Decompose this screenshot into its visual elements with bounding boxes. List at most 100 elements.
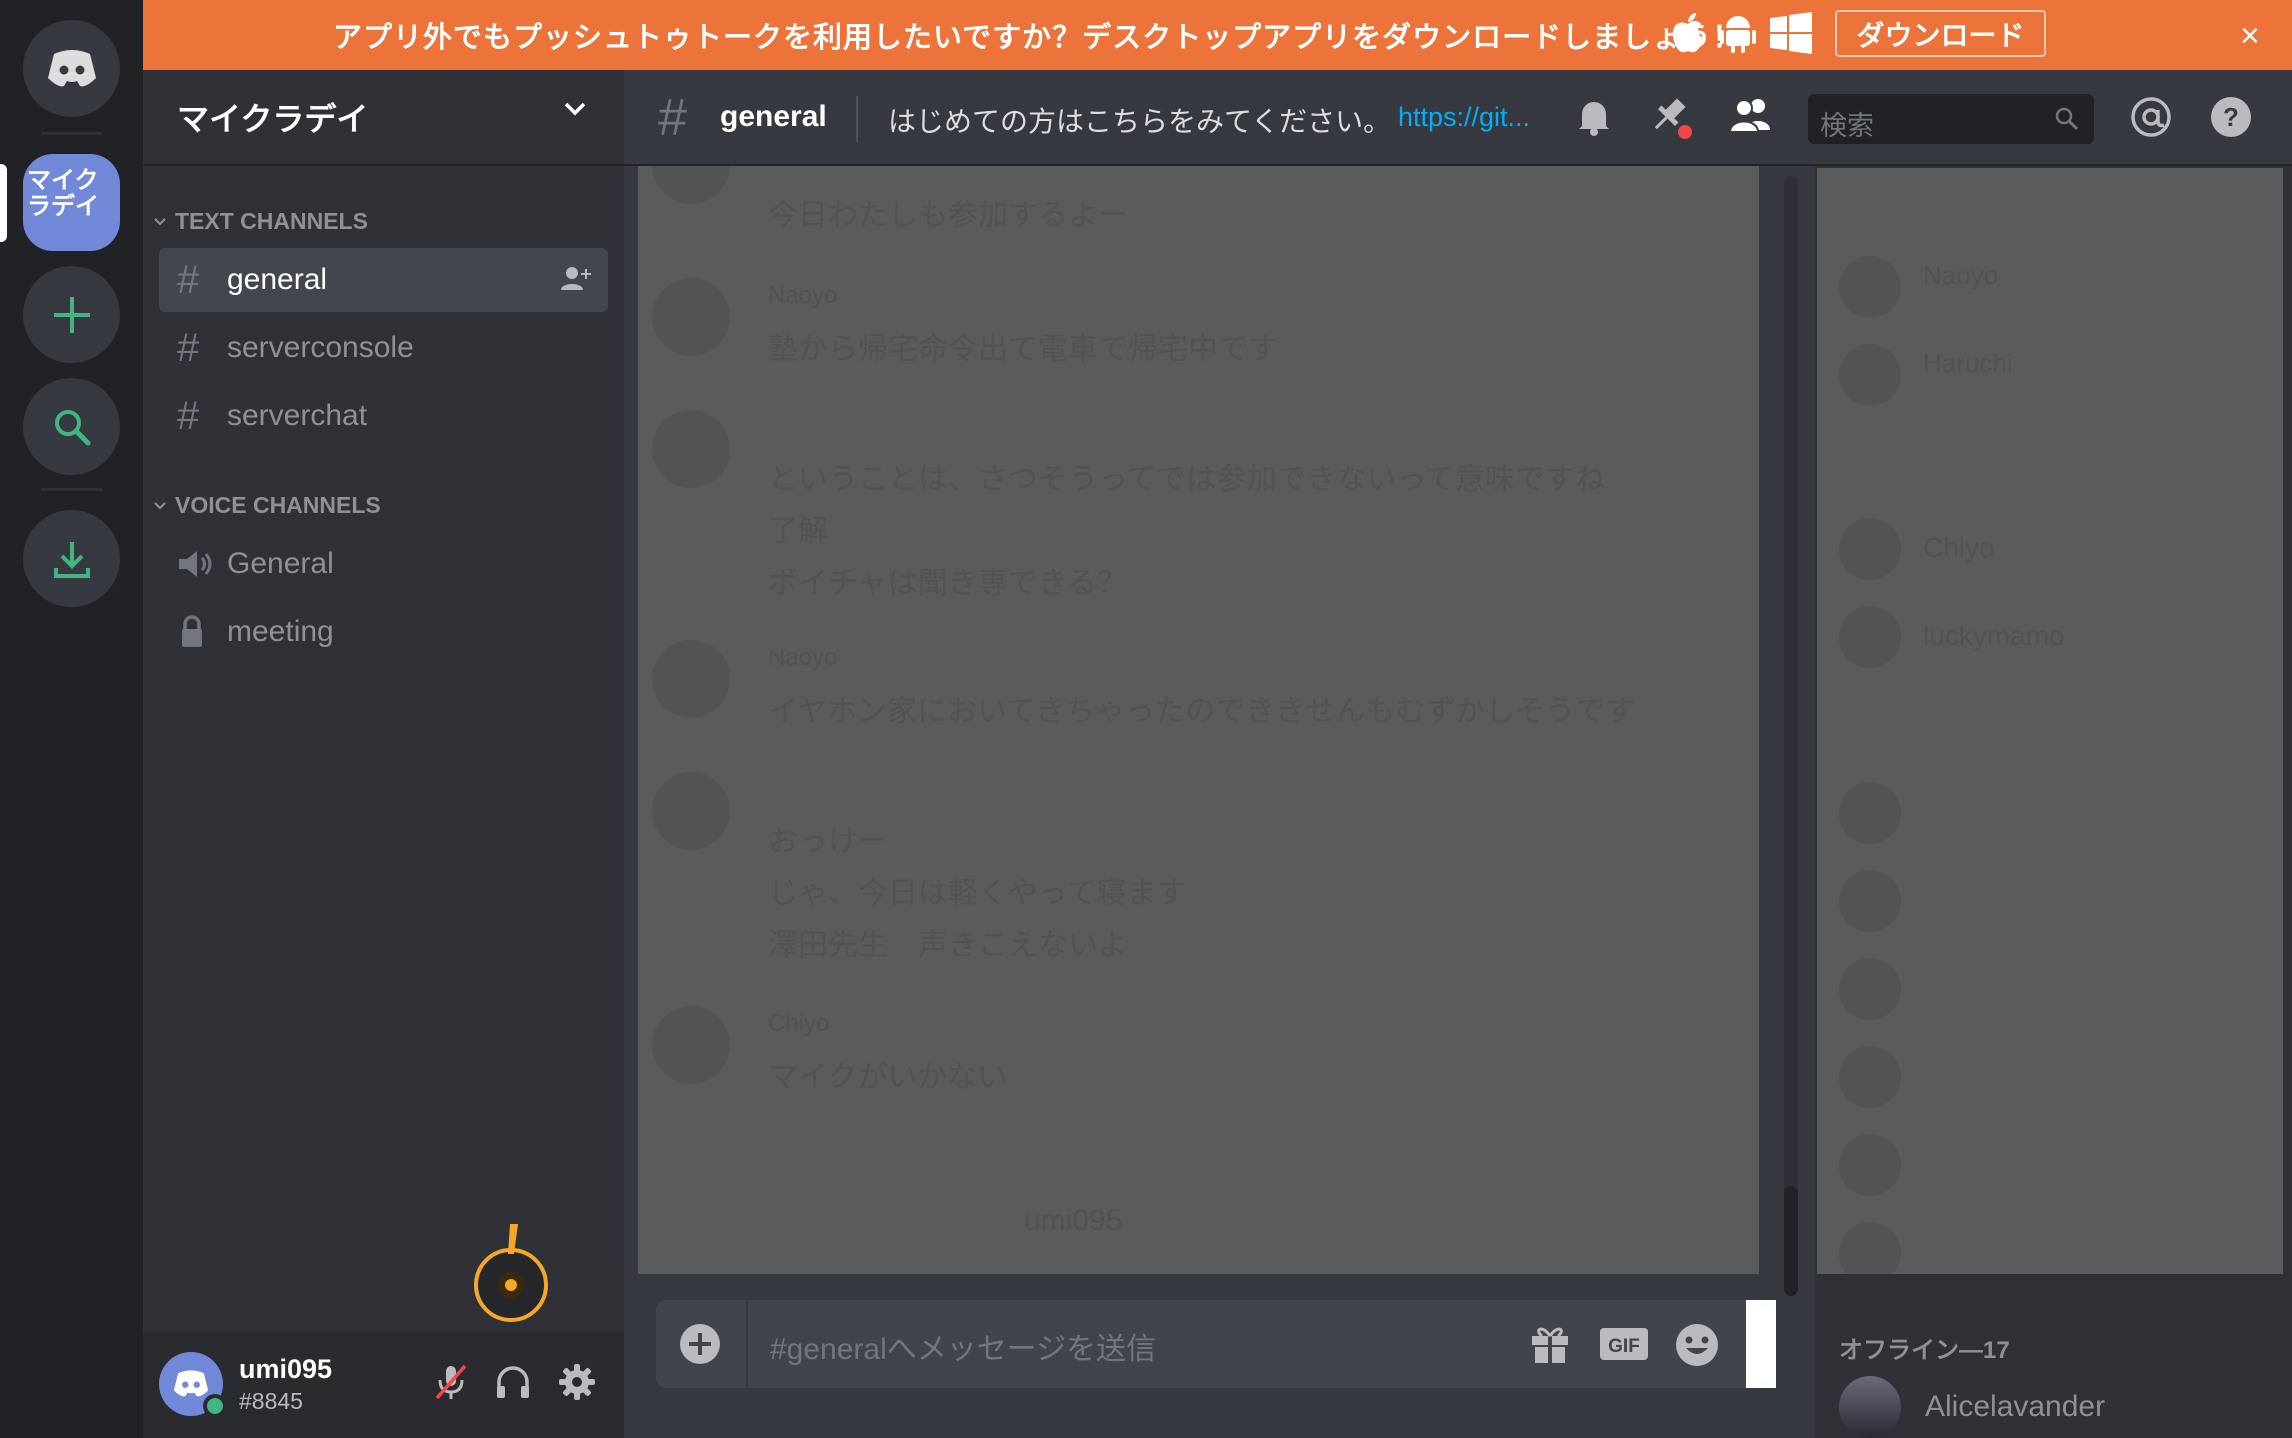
apple-icon[interactable] <box>1670 12 1706 54</box>
server-icon-maikuradei[interactable]: マイクラデイ <box>23 154 120 251</box>
guild-sidebar: マイクラデイ <box>0 0 143 1438</box>
message-composer: #generalへメッセージを送信 GIF <box>656 1300 1770 1388</box>
member-list-icon[interactable] <box>1728 94 1774 138</box>
avatar <box>1839 870 1901 932</box>
channel-label: General <box>227 547 334 580</box>
message-text: umi095 <box>1024 1204 1123 1237</box>
banner-text: アプリ外でもプッシュトゥトークを利用したいですか？デスクトップアプリをダウンロー… <box>333 22 1743 54</box>
plus-icon <box>53 296 90 333</box>
member-name: Haruchi <box>1923 348 2013 378</box>
composer-highlight <box>1746 1300 1776 1388</box>
add-server-button[interactable] <box>23 266 120 363</box>
channel-label: serverconsole <box>227 331 414 364</box>
selected-server-pill <box>0 164 7 242</box>
lock-icon <box>182 615 202 647</box>
tutorial-beacon[interactable] <box>474 1224 548 1322</box>
download-app-banner: アプリ外でもプッシュトゥトークを利用したいですか？デスクトップアプリをダウンロー… <box>143 0 2292 70</box>
discord-logo-icon <box>47 49 96 86</box>
mic-muted-icon[interactable] <box>431 1362 471 1402</box>
channel-title: general <box>720 100 827 133</box>
chat-header: # general はじめての方はこちらをみてください。 https://git… <box>624 70 2292 166</box>
headphones-icon[interactable] <box>493 1362 533 1402</box>
category-voice-channels[interactable]: VOICE CHANNELS <box>153 492 381 519</box>
search-icon <box>2055 107 2079 131</box>
message-text: 今日わたしも参加するよー <box>768 199 1128 232</box>
channel-label: serverchat <box>227 399 368 432</box>
avatar <box>1839 1134 1901 1196</box>
hash-icon: # <box>177 393 200 438</box>
beacon-dot <box>498 1272 524 1298</box>
avatar <box>652 1006 730 1084</box>
server-header[interactable]: マイクラデイ <box>143 70 624 166</box>
search-placeholder: 検索 <box>1820 111 1874 141</box>
channel-serverconsole[interactable]: # serverconsole <box>159 316 608 380</box>
message-text: ボイチャは聞き専できる？ <box>768 567 1128 600</box>
chevron-down-icon <box>154 501 166 509</box>
pin-icon[interactable] <box>1648 94 1694 140</box>
member-list: Naoyo Haruchi Chiyo luckymamo オフライン—17 A… <box>1815 166 2292 1438</box>
android-icon[interactable] <box>1720 12 1756 54</box>
message-input[interactable]: #generalへメッセージを送信 <box>770 1324 1156 1368</box>
voice-channel-general[interactable]: General <box>159 532 608 596</box>
close-banner-button[interactable]: × <box>2240 17 2260 56</box>
download-apps-button[interactable] <box>23 510 120 607</box>
server-icon-label: マイクラデイ <box>27 167 99 220</box>
chat-scrollbar[interactable] <box>1784 176 1798 1296</box>
help-icon[interactable]: ? <box>2208 94 2254 140</box>
speaker-icon <box>179 551 212 577</box>
offline-header: オフライン—17 <box>1839 1337 2010 1364</box>
explore-servers-button[interactable] <box>23 378 120 475</box>
avatar <box>1839 1222 1901 1274</box>
avatar <box>1839 518 1901 580</box>
message-text: おっけー <box>768 825 888 858</box>
svg-text:GIF: GIF <box>1608 1336 1640 1357</box>
windows-icon[interactable] <box>1770 12 1812 54</box>
channel-general[interactable]: # general <box>159 248 608 312</box>
upload-plus-icon[interactable] <box>678 1322 722 1366</box>
gift-icon[interactable] <box>1528 1322 1572 1366</box>
gif-icon[interactable]: GIF <box>1598 1322 1650 1366</box>
scroll-thumb[interactable] <box>1784 1186 1798 1296</box>
hash-icon: # <box>177 257 200 302</box>
message-author: Chiyo <box>768 1010 830 1037</box>
message-text: イヤホン家においてきちゃったのでききせんもむずかしそうです <box>768 695 1636 728</box>
guild-separator <box>41 488 102 491</box>
chat-area: 今日わたしも参加するよー Naoyo 塾から帰宅命令出て電車で帰宅中です という… <box>624 166 1815 1438</box>
exclamation-icon <box>508 1224 518 1254</box>
topic-link[interactable]: https://git... <box>1398 102 1530 133</box>
message-text: 塾から帰宅命令出て電車で帰宅中です <box>768 333 1278 366</box>
gear-icon[interactable] <box>557 1362 597 1402</box>
voice-channel-meeting[interactable]: meeting <box>159 600 608 664</box>
message-list-dimmed: 今日わたしも参加するよー Naoyo 塾から帰宅命令出て電車で帰宅中です という… <box>638 166 1759 1274</box>
home-button[interactable] <box>23 20 120 117</box>
avatar <box>1839 958 1901 1020</box>
message-text: じゃ、今日は軽くやって寝ます <box>768 877 1187 910</box>
hash-icon: # <box>177 325 200 370</box>
member-name: Chiyo <box>1923 532 1995 563</box>
mentions-icon[interactable] <box>2128 94 2174 140</box>
category-text-channels[interactable]: TEXT CHANNELS <box>153 208 368 235</box>
user-panel: umi095 #8845 <box>143 1332 624 1438</box>
composer-divider <box>746 1300 748 1388</box>
member-item[interactable]: Alicelavander <box>1839 1376 2105 1438</box>
discord-logo-icon <box>173 1370 209 1397</box>
member-list-dimmed: Naoyo Haruchi Chiyo luckymamo <box>1817 168 2283 1274</box>
search-input[interactable]: 検索 <box>1808 94 2094 144</box>
online-status-dot <box>203 1394 227 1418</box>
avatar <box>652 772 730 850</box>
svg-text:?: ? <box>2223 102 2239 132</box>
guild-separator <box>41 132 102 135</box>
message-text: マイクがいかない <box>768 1061 1008 1094</box>
message-text: 澤田先生 声きこえないよ <box>768 929 1128 962</box>
create-invite-icon[interactable] <box>560 264 594 294</box>
channel-topic: はじめての方はこちらをみてください。 <box>888 106 1392 137</box>
download-button[interactable]: ダウンロード <box>1835 10 2046 57</box>
emoji-icon[interactable] <box>1674 1322 1720 1368</box>
avatar <box>1839 606 1901 668</box>
avatar <box>1839 782 1901 844</box>
channel-serverchat[interactable]: # serverchat <box>159 384 608 448</box>
message-text: 了解 <box>768 515 828 548</box>
member-name: Alicelavander <box>1925 1390 2106 1423</box>
bell-icon[interactable] <box>1572 94 1616 138</box>
avatar <box>1839 344 1901 406</box>
